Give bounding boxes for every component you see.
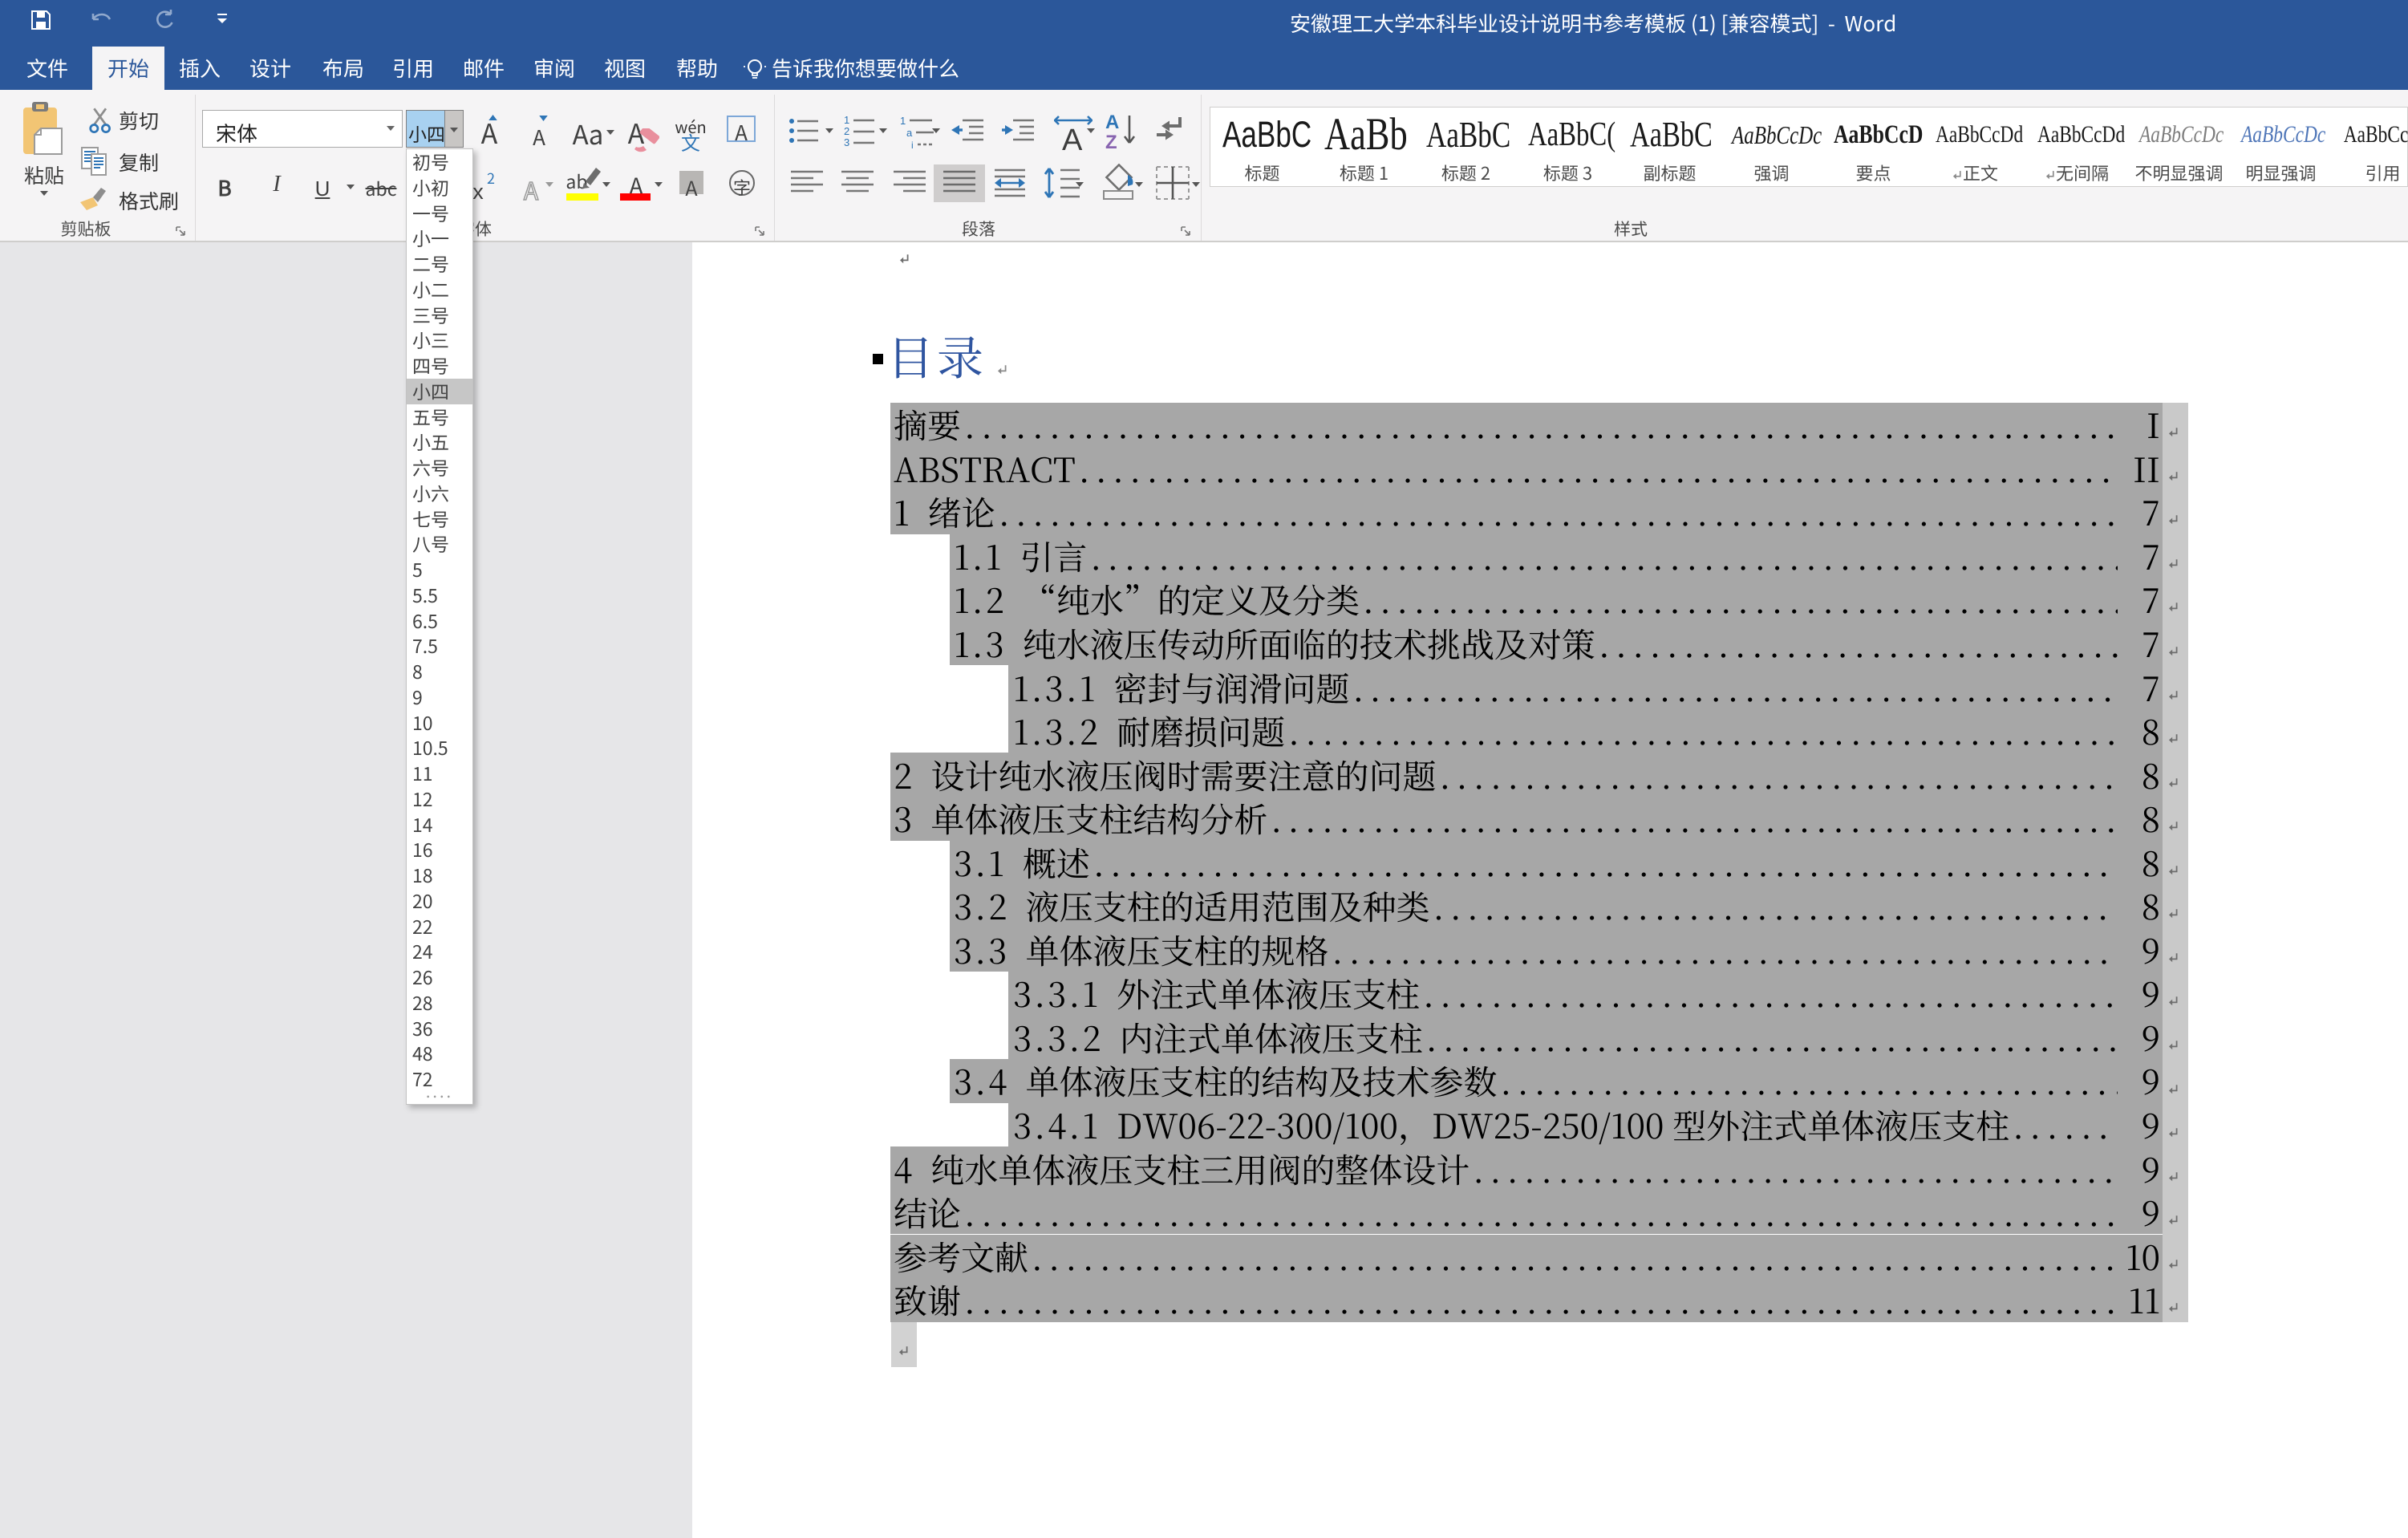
svg-text:a: a [906, 127, 913, 139]
svg-text:2: 2 [844, 125, 849, 137]
svg-text:1: 1 [844, 114, 849, 126]
svg-text:i: i [911, 140, 914, 149]
svg-text:A: A [1105, 112, 1119, 133]
svg-text:1: 1 [900, 115, 906, 127]
svg-text:Z: Z [1105, 132, 1117, 149]
svg-text:A: A [1062, 124, 1083, 151]
svg-text:3: 3 [844, 136, 849, 148]
